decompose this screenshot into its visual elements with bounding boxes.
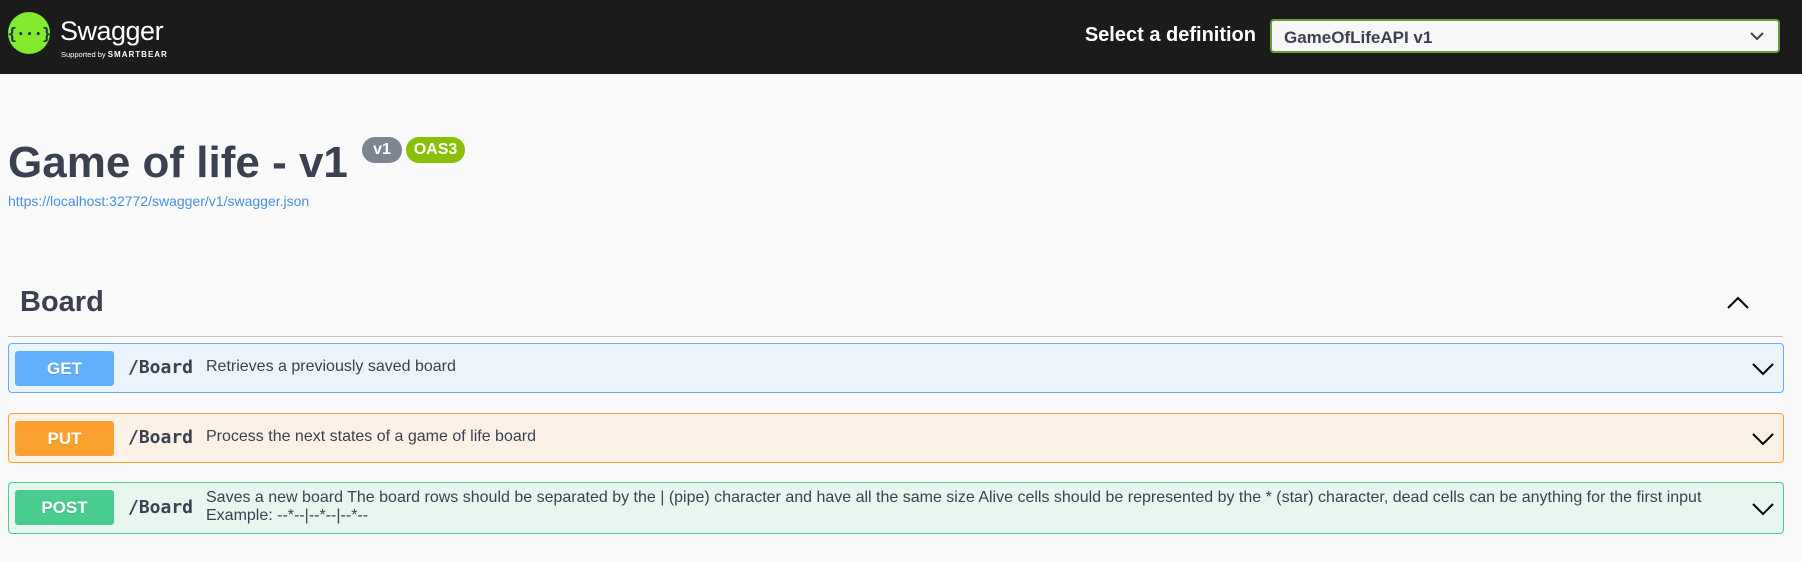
method-badge: GET — [15, 351, 114, 386]
supported-by-text: Supported by — [61, 50, 106, 59]
oas-badge: OAS3 — [406, 137, 465, 163]
method-badge: PUT — [15, 421, 114, 456]
operation-post-board[interactable]: POST /Board Saves a new board The board … — [8, 482, 1784, 534]
definition-label: Select a definition — [1084, 24, 1256, 46]
brand-name: Swagger — [60, 16, 164, 46]
top-bar: {···} Swagger Supported by SMARTBEAR Sel… — [0, 0, 1802, 74]
operation-summary: Retrieves a previously saved board — [206, 358, 456, 375]
method-badge: POST — [15, 490, 114, 525]
chevron-up-icon[interactable] — [1726, 294, 1750, 310]
operation-path: /Board — [128, 357, 194, 378]
operation-path: /Board — [128, 497, 194, 518]
operation-summary: Process the next states of a game of lif… — [206, 428, 536, 445]
version-badge: v1 — [362, 137, 402, 163]
section-divider — [8, 336, 1783, 337]
sponsor-name: SMARTBEAR — [107, 50, 168, 59]
swagger-logo-icon: {···} — [7, 12, 52, 54]
swagger-logo[interactable]: {···} Swagger Supported by SMARTBEAR — [7, 10, 208, 64]
operation-path: /Board — [128, 427, 194, 448]
operation-summary-example: Example: --*--|--*--|--*-- — [206, 507, 369, 524]
spec-url-link[interactable]: https://localhost:32772/swagger/v1/swagg… — [8, 193, 309, 209]
api-title: Game of life - v1 — [8, 138, 348, 187]
operation-put-board[interactable]: PUT /Board Process the next states of a … — [8, 413, 1784, 463]
chevron-down-icon[interactable] — [1751, 502, 1775, 516]
operation-get-board[interactable]: GET /Board Retrieves a previously saved … — [8, 343, 1784, 393]
chevron-down-icon — [1750, 32, 1764, 41]
definition-select[interactable]: GameOfLifeAPI v1 — [1270, 19, 1780, 53]
chevron-down-icon[interactable] — [1751, 362, 1775, 376]
chevron-down-icon[interactable] — [1751, 432, 1775, 446]
operation-summary-text: Saves a new board The board rows should … — [206, 489, 1702, 506]
brand-tagline: Supported by SMARTBEAR — [61, 50, 168, 59]
section-title[interactable]: Board — [20, 286, 104, 319]
definition-select-value: GameOfLifeAPI v1 — [1284, 28, 1433, 47]
operation-summary: Saves a new board The board rows should … — [206, 489, 1746, 525]
